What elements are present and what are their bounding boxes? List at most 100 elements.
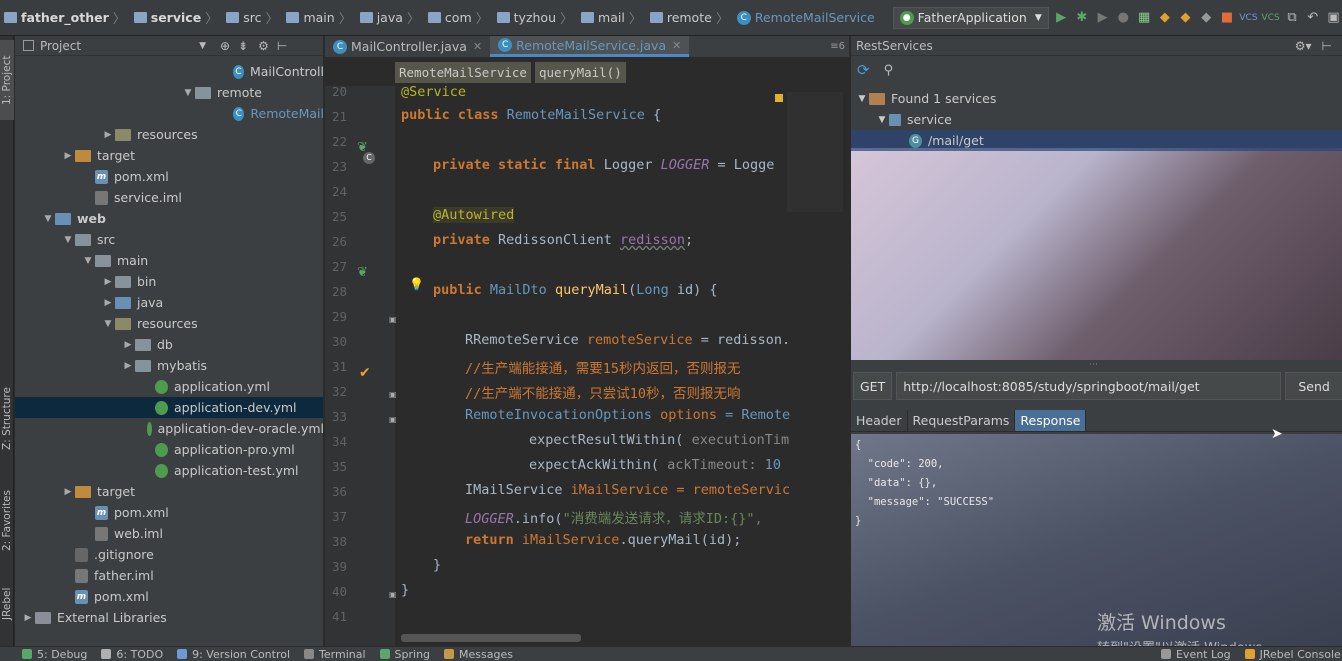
tool-tab-spring[interactable]: Spring xyxy=(379,648,430,661)
chevron-down-icon[interactable]: ▼ xyxy=(199,41,206,51)
project-tree-item[interactable]: service.iml xyxy=(15,187,323,208)
project-tree-item[interactable]: C MailControll xyxy=(15,61,323,82)
rest-tree-item[interactable]: ▼ Found 1 services xyxy=(851,88,1342,109)
refresh-icon[interactable]: ⟳ xyxy=(857,61,870,79)
breadcrumb-item[interactable]: service 〉 xyxy=(133,8,224,27)
project-tree-item[interactable]: m pom.xml xyxy=(15,502,323,523)
rest-tree-item[interactable]: ▼ service xyxy=(851,109,1342,130)
breadcrumb-item[interactable]: com 〉 xyxy=(427,8,495,27)
tab-header[interactable]: Header xyxy=(851,410,908,431)
tab-mailcontroller[interactable]: C MailController.java ✕ xyxy=(325,36,490,57)
favorites-tool-tab[interactable]: 2: Favorites xyxy=(0,476,14,566)
project-tree-item[interactable]: ▶ bin xyxy=(15,271,323,292)
project-tree-item[interactable]: father.iml xyxy=(15,565,323,586)
chevron-right-icon[interactable]: ▶ xyxy=(121,340,135,350)
fold-icon[interactable]: ▣ xyxy=(389,415,397,424)
vcs-update-icon[interactable]: VCS xyxy=(1239,7,1257,29)
nav-method[interactable]: queryMail() xyxy=(534,61,626,83)
breadcrumb-item[interactable]: remote 〉 xyxy=(649,8,735,27)
nav-class[interactable]: RemoteMailService xyxy=(395,61,531,83)
project-tree-item[interactable]: ▶ java xyxy=(15,292,323,313)
tool-tab-debug[interactable]: 5: Debug xyxy=(22,648,87,661)
breadcrumb-item[interactable]: father_other 〉 xyxy=(4,8,132,27)
search-icon[interactable]: ⚲ xyxy=(884,63,894,78)
breadcrumb-item[interactable]: tyzhou 〉 xyxy=(496,8,579,27)
project-tree-item[interactable]: m pom.xml xyxy=(15,586,323,607)
undo-icon[interactable]: ↶ xyxy=(1304,7,1321,29)
jrebel-debug-icon[interactable]: ◆ xyxy=(1177,7,1194,29)
vcs-compare-icon[interactable]: ⧉ xyxy=(1284,7,1301,29)
http-method-select[interactable]: GET xyxy=(853,372,893,400)
stop-icon[interactable]: ■ xyxy=(1219,7,1236,29)
project-tree-item[interactable]: ▼ remote xyxy=(15,82,323,103)
project-tree-item[interactable]: ▶ db xyxy=(15,334,323,355)
chevron-right-icon[interactable]: ▶ xyxy=(101,277,115,287)
tab-request-params[interactable]: RequestParams xyxy=(908,410,1016,431)
project-tool-tab[interactable]: 1: Project xyxy=(0,40,14,120)
chevron-down-icon[interactable]: ▼ xyxy=(41,214,55,224)
tool-tab-event-log[interactable]: Event Log xyxy=(1160,648,1231,661)
project-tree-item[interactable]: application.yml xyxy=(15,376,323,397)
warning-marker-icon[interactable] xyxy=(775,94,783,102)
close-icon[interactable]: ✕ xyxy=(473,40,482,53)
gear-icon[interactable]: ⚙ xyxy=(258,39,269,53)
chevron-right-icon[interactable]: ▶ xyxy=(121,361,135,371)
breakpoint-check-icon[interactable]: ✔ xyxy=(359,365,371,381)
project-tree-item[interactable]: application-dev-oracle.yml xyxy=(15,418,323,439)
tool-tab-messages[interactable]: Messages xyxy=(444,648,513,661)
project-tree-item[interactable]: application-pro.yml xyxy=(15,439,323,460)
run-configuration-select[interactable]: ● FatherApplication ▼ xyxy=(892,6,1049,29)
project-tree-item[interactable]: application-dev.yml xyxy=(15,397,323,418)
project-tree-item[interactable]: web.iml xyxy=(15,523,323,544)
build-icon[interactable]: ▦ xyxy=(1136,7,1153,29)
tab-overflow-icon[interactable]: ≡6 xyxy=(830,36,849,57)
fold-icon[interactable]: ▣ xyxy=(389,315,397,324)
chevron-right-icon[interactable]: ▶ xyxy=(101,130,115,140)
chevron-right-icon[interactable]: ▶ xyxy=(61,151,75,161)
chevron-down-icon[interactable]: ▼ xyxy=(181,88,195,98)
chevron-down-icon[interactable]: ▼ xyxy=(855,94,869,104)
tab-remotemailservice[interactable]: C RemoteMailService.java ✕ xyxy=(490,36,690,57)
project-tree-item[interactable]: ▼ resources xyxy=(15,313,323,334)
breadcrumb-item[interactable]: java 〉 xyxy=(359,8,426,27)
collapse-all-icon[interactable]: ⇟ xyxy=(238,39,248,53)
debug-icon[interactable]: ✱ xyxy=(1074,7,1091,29)
structure-tool-tab[interactable]: Z: Structure xyxy=(0,376,14,462)
chevron-down-icon[interactable]: ▼ xyxy=(81,256,95,266)
chevron-down-icon[interactable]: ▼ xyxy=(101,319,115,329)
project-tree-item[interactable]: ▶ mybatis xyxy=(15,355,323,376)
tab-response[interactable]: Response xyxy=(1015,410,1087,431)
project-tree-item[interactable]: C RemoteMail xyxy=(15,103,323,124)
chevron-right-icon[interactable]: ▶ xyxy=(101,298,115,308)
breadcrumb-item[interactable]: mail 〉 xyxy=(581,8,648,27)
project-tree-item[interactable]: application-test.yml xyxy=(15,460,323,481)
settings-icon[interactable]: ▣ xyxy=(1325,7,1342,29)
project-tree-item[interactable]: ▼ src xyxy=(15,229,323,250)
hide-panel-icon[interactable]: ⊢ xyxy=(1322,39,1332,53)
lightbulb-icon[interactable]: 💡 xyxy=(409,277,424,291)
autowired-icon[interactable]: ❦ xyxy=(357,265,368,280)
project-tree-item[interactable]: m pom.xml xyxy=(15,166,323,187)
chevron-right-icon[interactable]: ▶ xyxy=(61,487,75,497)
profile-icon[interactable]: ● xyxy=(1115,7,1132,29)
jrebel-tool-tab[interactable]: JRebel xyxy=(0,578,14,630)
project-tree-item[interactable]: ▶ target xyxy=(15,481,323,502)
tool-tab-terminal[interactable]: Terminal xyxy=(304,648,366,661)
jrebel-update-icon[interactable]: ◆ xyxy=(1198,7,1215,29)
chevron-right-icon[interactable]: ▶ xyxy=(21,613,35,623)
breadcrumb-item[interactable]: src 〉 xyxy=(226,8,284,27)
project-tree-item[interactable]: .gitignore xyxy=(15,544,323,565)
run-coverage-icon[interactable]: ▶ xyxy=(1094,7,1111,29)
hide-panel-icon[interactable]: ⊢ xyxy=(277,39,287,53)
rest-tree-item[interactable]: G/mail/get xyxy=(851,130,1342,151)
project-tree-item[interactable]: ▶ resources xyxy=(15,124,323,145)
fold-icon[interactable]: ▣ xyxy=(389,590,397,599)
close-icon[interactable]: ✕ xyxy=(672,39,681,52)
chevron-down-icon[interactable]: ▼ xyxy=(875,115,889,125)
url-input[interactable]: http://localhost:8085/study/springboot/m… xyxy=(896,372,1282,400)
minimap[interactable] xyxy=(787,92,843,212)
breadcrumb-item[interactable]: main 〉 xyxy=(286,8,357,27)
locate-icon[interactable]: ⊕ xyxy=(220,39,230,53)
project-tree-item[interactable]: ▶ target xyxy=(15,145,323,166)
fold-icon[interactable]: ▣ xyxy=(389,390,397,399)
